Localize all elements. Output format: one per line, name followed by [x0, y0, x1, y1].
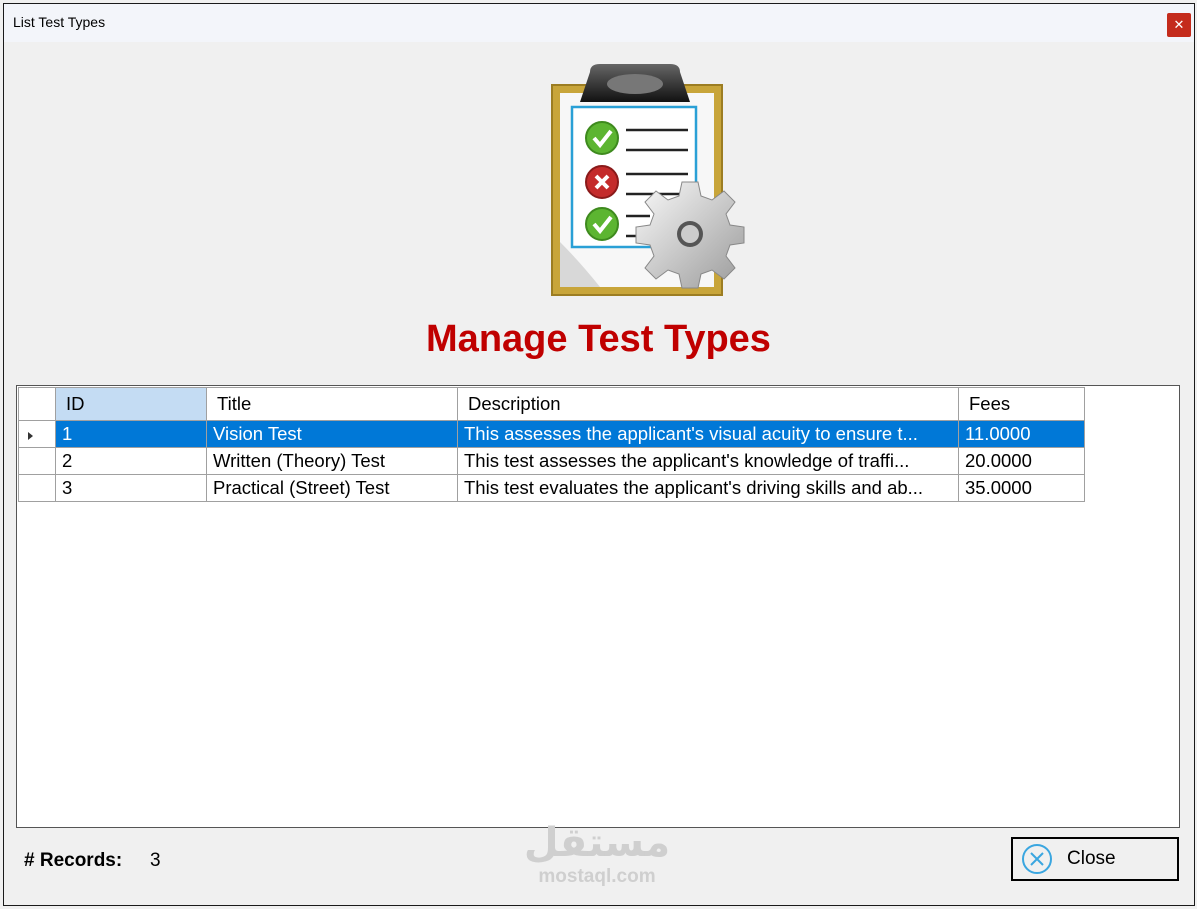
title-bar: List Test Types ✕ — [4, 4, 1194, 42]
row-header-corner — [18, 387, 56, 421]
mostaql-watermark: مستقل mostaql.com — [522, 820, 672, 892]
test-types-table: ID Title Description Fees 1 Vision Test … — [18, 387, 1085, 502]
header-row: ID Title Description Fees — [18, 387, 1085, 421]
table-row[interactable]: 1 Vision Test This assesses the applican… — [18, 420, 1085, 448]
row-header[interactable] — [18, 420, 56, 448]
row-selector-arrow-icon — [28, 432, 33, 440]
close-button-label: Close — [1067, 848, 1116, 869]
row-header[interactable] — [18, 474, 56, 502]
cell-fees[interactable]: 20.0000 — [958, 447, 1085, 475]
watermark-arabic: مستقل — [523, 821, 671, 865]
column-header-description[interactable]: Description — [457, 387, 959, 421]
close-button[interactable]: Close — [1011, 837, 1179, 881]
cell-id[interactable]: 1 — [55, 420, 207, 448]
clipboard-checklist-gear-icon — [551, 64, 745, 296]
close-circle-icon — [1022, 844, 1052, 874]
column-header-fees[interactable]: Fees — [958, 387, 1085, 421]
window-title: List Test Types — [13, 14, 106, 30]
column-header-id[interactable]: ID — [55, 387, 207, 421]
window-close-button[interactable]: ✕ — [1167, 13, 1191, 37]
row-header[interactable] — [18, 447, 56, 475]
cell-id[interactable]: 3 — [55, 474, 207, 502]
table-row[interactable]: 2 Written (Theory) Test This test assess… — [18, 447, 1085, 475]
watermark-latin: mostaql.com — [538, 866, 656, 887]
cell-id[interactable]: 2 — [55, 447, 207, 475]
table-row[interactable]: 3 Practical (Street) Test This test eval… — [18, 474, 1085, 502]
cell-title[interactable]: Vision Test — [206, 420, 458, 448]
cell-description[interactable]: This assesses the applicant's visual acu… — [457, 420, 959, 448]
cell-description[interactable]: This test evaluates the applicant's driv… — [457, 474, 959, 502]
cell-description[interactable]: This test assesses the applicant's knowl… — [457, 447, 959, 475]
page-heading: Manage Test Types — [426, 318, 771, 360]
cell-title[interactable]: Practical (Street) Test — [206, 474, 458, 502]
records-label: # Records: — [24, 850, 123, 871]
column-header-title[interactable]: Title — [206, 387, 458, 421]
cell-title[interactable]: Written (Theory) Test — [206, 447, 458, 475]
cell-fees[interactable]: 35.0000 — [958, 474, 1085, 502]
test-types-grid[interactable]: ID Title Description Fees 1 Vision Test … — [16, 385, 1180, 828]
cell-fees[interactable]: 11.0000 — [958, 420, 1085, 448]
records-count: 3 — [150, 850, 161, 871]
